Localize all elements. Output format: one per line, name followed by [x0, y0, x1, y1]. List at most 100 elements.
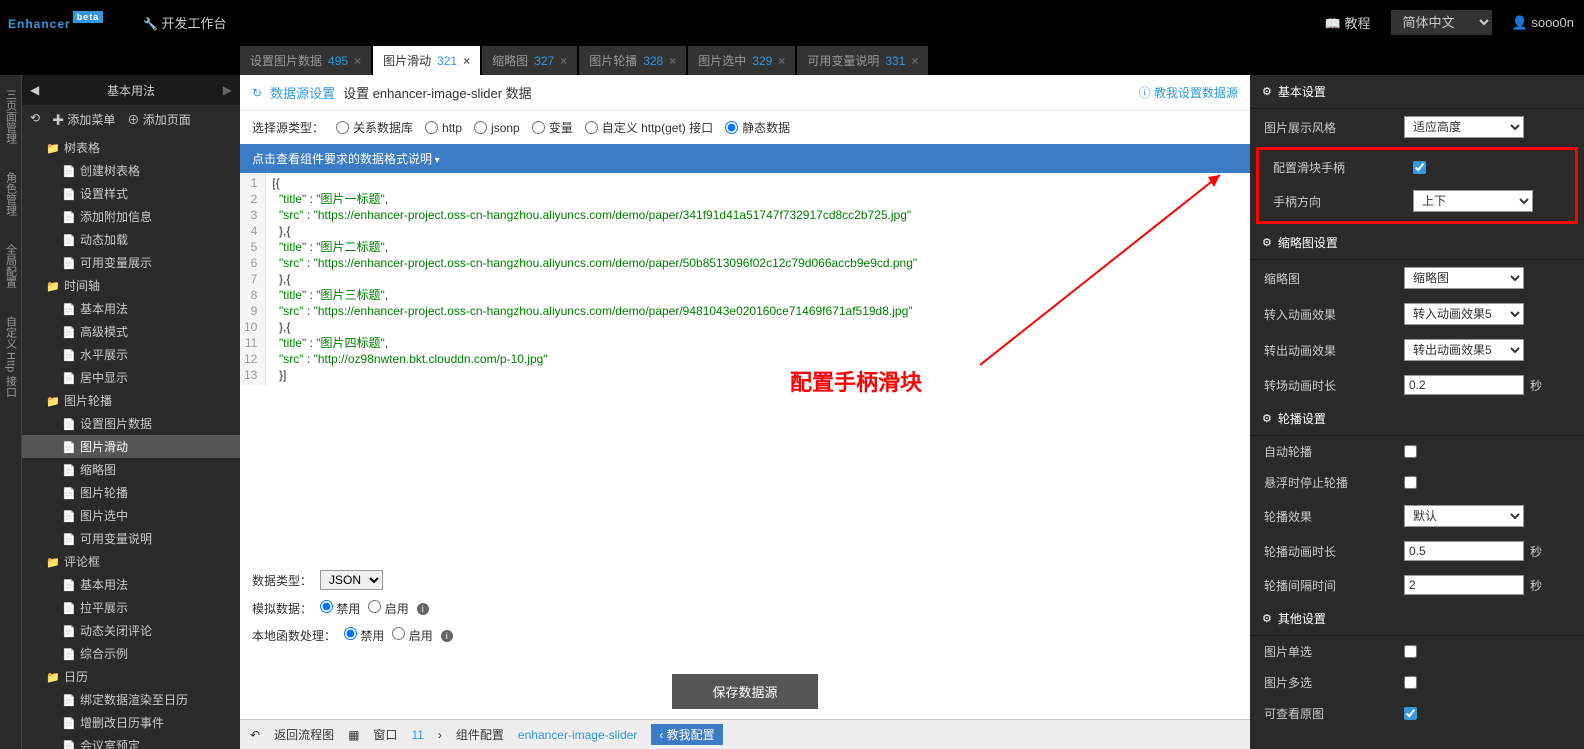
- format-help-bar[interactable]: 点击查看组件要求的数据格式说明: [240, 144, 1250, 173]
- rail-item[interactable]: 全局配置: [3, 240, 19, 292]
- tree-file[interactable]: 可用变量展示: [22, 251, 240, 274]
- file-icon: [62, 233, 76, 247]
- teach-config-button[interactable]: ‹ 教我配置: [651, 724, 722, 745]
- mock-data-label: 模拟数据：: [252, 600, 312, 617]
- tree-file[interactable]: 基本用法: [22, 573, 240, 596]
- data-type-select[interactable]: JSON: [320, 570, 383, 590]
- direction-select[interactable]: 上下: [1413, 190, 1533, 212]
- hover-checkbox[interactable]: [1404, 476, 1417, 489]
- hover-label: 悬浮时停止轮播: [1264, 474, 1404, 491]
- add-menu-button[interactable]: 添加菜单: [52, 111, 115, 128]
- language-select[interactable]: 简体中文: [1391, 10, 1492, 35]
- tree-folder[interactable]: 评论框: [22, 550, 240, 573]
- tree-file[interactable]: 可用变量说明: [22, 527, 240, 550]
- save-button[interactable]: 保存数据源: [672, 674, 817, 709]
- tree-folder[interactable]: 日历: [22, 665, 240, 688]
- thumb-select[interactable]: 缩略图: [1404, 267, 1524, 289]
- close-icon[interactable]: ×: [354, 54, 361, 68]
- tree-file[interactable]: 图片滑动: [22, 435, 240, 458]
- interval-input[interactable]: [1404, 575, 1524, 595]
- tree-file[interactable]: 会议室预定: [22, 734, 240, 749]
- back-icon[interactable]: ↶: [250, 728, 260, 742]
- info-icon[interactable]: i: [417, 603, 429, 615]
- fx-label: 轮播效果: [1264, 508, 1404, 525]
- local-enable-radio[interactable]: 启用: [392, 627, 432, 644]
- close-icon[interactable]: ×: [463, 54, 470, 68]
- source-radio-2[interactable]: jsonp: [474, 121, 520, 135]
- tab-图片轮播[interactable]: 图片轮播 328 ×: [579, 46, 686, 75]
- datasource-settings-link[interactable]: 数据源设置: [270, 83, 335, 102]
- out-anim-select[interactable]: 转出动画效果5: [1404, 339, 1524, 361]
- tree-folder[interactable]: 图片轮播: [22, 389, 240, 412]
- mock-disable-radio[interactable]: 禁用: [320, 600, 360, 617]
- source-radio-5[interactable]: 静态数据: [725, 119, 790, 136]
- handle-checkbox[interactable]: [1413, 161, 1426, 174]
- tree-file[interactable]: 综合示例: [22, 642, 240, 665]
- in-anim-select[interactable]: 转入动画效果5: [1404, 303, 1524, 325]
- tab-图片滑动[interactable]: 图片滑动 321 ×: [373, 46, 480, 75]
- close-icon[interactable]: ×: [669, 54, 676, 68]
- logo: Enhancerbeta: [8, 12, 103, 33]
- tree-file[interactable]: 拉平展示: [22, 596, 240, 619]
- tree-folder[interactable]: 树表格: [22, 136, 240, 159]
- tab-缩略图[interactable]: 缩略图 327 ×: [482, 46, 577, 75]
- rail-item[interactable]: 角色管理: [3, 168, 19, 220]
- local-disable-radio[interactable]: 禁用: [344, 627, 384, 644]
- tree-file[interactable]: 设置样式: [22, 182, 240, 205]
- user-menu[interactable]: sooo0n: [1512, 15, 1574, 31]
- tutorial-link[interactable]: 教程: [1325, 13, 1371, 32]
- tree-file[interactable]: 缩略图: [22, 458, 240, 481]
- back-link[interactable]: 返回流程图: [274, 726, 334, 743]
- tree-file[interactable]: 高级模式: [22, 320, 240, 343]
- help-link[interactable]: 教我设置数据源: [1139, 84, 1238, 101]
- tree-file[interactable]: 增删改日历事件: [22, 711, 240, 734]
- close-icon[interactable]: ×: [778, 54, 785, 68]
- orig-checkbox[interactable]: [1404, 707, 1417, 720]
- tree-folder[interactable]: 时间轴: [22, 274, 240, 297]
- tree-file[interactable]: 绑定数据渲染至日历: [22, 688, 240, 711]
- tree-file[interactable]: 动态关闭评论: [22, 619, 240, 642]
- style-select[interactable]: 适应高度: [1404, 116, 1524, 138]
- tree-file[interactable]: 动态加载: [22, 228, 240, 251]
- tree-file[interactable]: 居中显示: [22, 366, 240, 389]
- tree-file[interactable]: 创建树表格: [22, 159, 240, 182]
- section-basic: 基本设置: [1250, 75, 1584, 109]
- source-radio-1[interactable]: http: [425, 121, 462, 135]
- source-radio-3[interactable]: 变量: [532, 119, 573, 136]
- file-icon: [62, 624, 76, 638]
- fx-select[interactable]: 默认: [1404, 505, 1524, 527]
- orig-label: 可查看原图: [1264, 705, 1404, 722]
- tree-file[interactable]: 基本用法: [22, 297, 240, 320]
- multi-label: 图片多选: [1264, 674, 1404, 691]
- tab-可用变量说明[interactable]: 可用变量说明 331 ×: [797, 46, 928, 75]
- refresh-icon[interactable]: ↻: [252, 86, 262, 100]
- window-number[interactable]: 11: [411, 728, 423, 742]
- close-icon[interactable]: ×: [911, 54, 918, 68]
- multi-checkbox[interactable]: [1404, 676, 1417, 689]
- tree-file[interactable]: 设置图片数据: [22, 412, 240, 435]
- local-fn-label: 本地函数处理：: [252, 627, 336, 644]
- tree-file[interactable]: 图片轮播: [22, 481, 240, 504]
- add-page-button[interactable]: 添加页面: [127, 111, 190, 128]
- source-radio-0[interactable]: 关系数据库: [336, 119, 413, 136]
- tree-file[interactable]: 添加附加信息: [22, 205, 240, 228]
- component-name[interactable]: enhancer-image-slider: [518, 728, 637, 742]
- rail-item[interactable]: 自定义 Http 接口: [3, 312, 19, 401]
- info-icon[interactable]: i: [441, 630, 453, 642]
- auto-checkbox[interactable]: [1404, 445, 1417, 458]
- component-config-label: 组件配置: [456, 726, 504, 743]
- tree-file[interactable]: 图片选中: [22, 504, 240, 527]
- rail-item[interactable]: 三页面管理: [3, 85, 19, 148]
- tab-图片选中[interactable]: 图片选中 329 ×: [688, 46, 795, 75]
- close-icon[interactable]: ×: [560, 54, 567, 68]
- sidebar-collapse-icon[interactable]: ▶: [223, 83, 232, 97]
- dev-workbench-link[interactable]: 开发工作台: [143, 13, 226, 32]
- tree-file[interactable]: 水平展示: [22, 343, 240, 366]
- mock-enable-radio[interactable]: 启用: [368, 600, 408, 617]
- duration-input[interactable]: [1404, 375, 1524, 395]
- refresh-icon[interactable]: ⟲: [30, 111, 40, 128]
- source-radio-4[interactable]: 自定义 http(get) 接口: [585, 119, 713, 136]
- anim-dur-input[interactable]: [1404, 541, 1524, 561]
- tab-设置图片数据[interactable]: 设置图片数据 495 ×: [240, 46, 371, 75]
- single-checkbox[interactable]: [1404, 645, 1417, 658]
